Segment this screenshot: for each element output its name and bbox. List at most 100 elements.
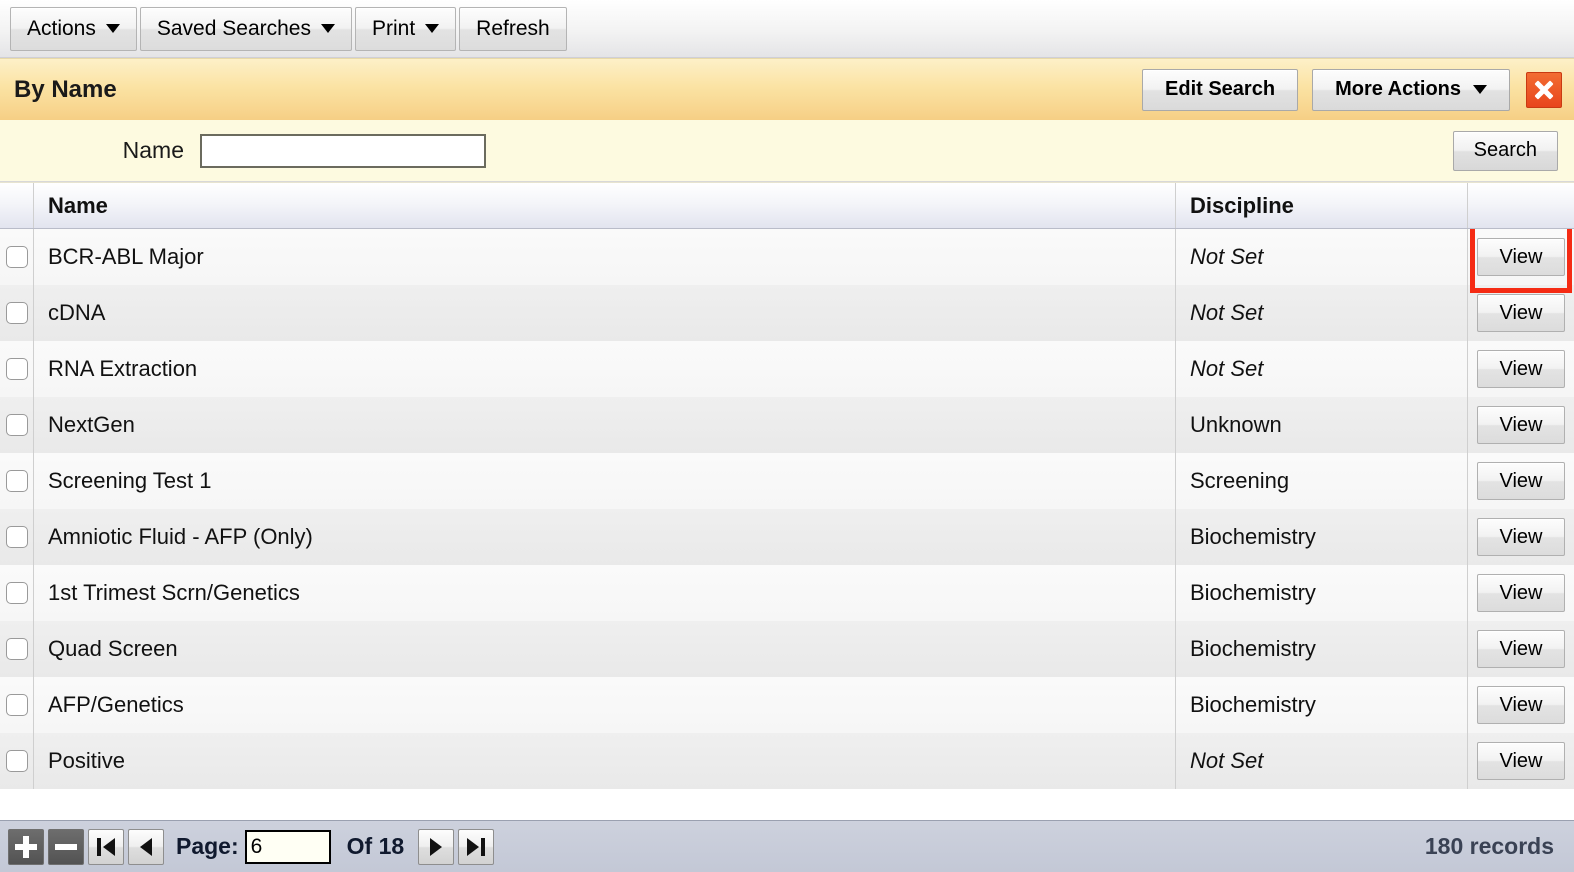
prev-page-icon[interactable]: [128, 828, 164, 865]
first-page-icon[interactable]: [88, 828, 124, 865]
row-checkbox[interactable]: [5, 638, 28, 660]
action-wrapper: View: [1468, 397, 1574, 453]
row-select-cell: [0, 677, 34, 733]
header-action-column: [1468, 183, 1574, 228]
view-button-label: View: [1499, 693, 1543, 716]
row-checkbox[interactable]: [5, 358, 28, 380]
table-row[interactable]: Positive Not Set View: [0, 733, 1574, 789]
table-row[interactable]: Screening Test 1 Screening View: [0, 453, 1574, 509]
table-row[interactable]: RNA Extraction Not Set View: [0, 341, 1574, 397]
grid-header-row: Name Discipline: [0, 183, 1574, 229]
row-checkbox[interactable]: [5, 694, 28, 716]
table-row[interactable]: NextGen Unknown View: [0, 397, 1574, 453]
action-wrapper: View: [1468, 565, 1574, 621]
row-name-cell: cDNA: [34, 285, 1176, 341]
view-button[interactable]: View: [1477, 630, 1565, 668]
view-button[interactable]: View: [1477, 238, 1565, 276]
row-select-cell: [0, 621, 34, 677]
highlighted-action-wrapper: View: [1468, 229, 1574, 293]
search-button[interactable]: Search: [1452, 130, 1558, 171]
chevron-down-icon: [1473, 85, 1487, 94]
actions-menu-button[interactable]: Actions: [10, 6, 137, 51]
row-checkbox[interactable]: [5, 526, 28, 548]
view-button[interactable]: View: [1477, 518, 1565, 556]
row-action-cell: View: [1468, 565, 1574, 621]
row-select-cell: [0, 453, 34, 509]
row-checkbox[interactable]: [5, 302, 28, 324]
row-name-cell: 1st Trimest Scrn/Genetics: [34, 565, 1176, 621]
header-name-column[interactable]: Name: [34, 183, 1176, 228]
edit-search-label: Edit Search: [1165, 78, 1276, 100]
row-discipline-cell: Screening: [1176, 453, 1468, 509]
refresh-button[interactable]: Refresh: [459, 6, 567, 51]
view-button-label: View: [1499, 357, 1543, 380]
print-menu-button[interactable]: Print: [354, 6, 457, 51]
view-button[interactable]: View: [1477, 742, 1565, 780]
table-row[interactable]: 1st Trimest Scrn/Genetics Biochemistry Vie…: [0, 565, 1574, 621]
records-list-app: Actions Saved Searches Print Refresh By …: [0, 0, 1574, 872]
table-row[interactable]: Quad Screen Biochemistry View: [0, 621, 1574, 677]
row-name-cell: Amniotic Fluid - AFP (Only): [34, 509, 1176, 565]
view-button-label: View: [1499, 637, 1543, 660]
table-row[interactable]: BCR-ABL Major Not Set View: [0, 229, 1574, 293]
edit-search-button[interactable]: Edit Search: [1142, 68, 1299, 111]
action-wrapper: View: [1468, 341, 1574, 397]
view-button-label: View: [1499, 581, 1543, 604]
header-discipline-column[interactable]: Discipline: [1176, 183, 1468, 228]
view-button[interactable]: View: [1477, 406, 1565, 444]
row-action-cell: View: [1468, 453, 1574, 509]
plus-icon[interactable]: [8, 828, 44, 865]
row-name-cell: Positive: [34, 733, 1176, 789]
row-select-cell: [0, 285, 34, 341]
search-button-label: Search: [1473, 139, 1537, 161]
view-button[interactable]: View: [1477, 294, 1565, 332]
row-discipline-cell: Biochemistry: [1176, 509, 1468, 565]
refresh-label: Refresh: [476, 16, 550, 40]
table-row[interactable]: AFP/Genetics Biochemistry View: [0, 677, 1574, 733]
action-wrapper: View: [1468, 285, 1574, 341]
row-name-cell: RNA Extraction: [34, 341, 1176, 397]
minus-icon[interactable]: [48, 828, 84, 865]
table-row[interactable]: Amniotic Fluid - AFP (Only) Biochemistry V…: [0, 509, 1574, 565]
row-name-cell: Screening Test 1: [34, 453, 1176, 509]
action-wrapper: View: [1468, 453, 1574, 509]
view-button-label: View: [1499, 749, 1543, 772]
row-action-cell: View: [1468, 341, 1574, 397]
row-checkbox[interactable]: [5, 414, 28, 436]
view-button[interactable]: View: [1477, 462, 1565, 500]
chevron-down-icon: [320, 24, 335, 33]
row-discipline-cell: Biochemistry: [1176, 621, 1468, 677]
view-button[interactable]: View: [1477, 350, 1565, 388]
row-action-cell: View: [1468, 621, 1574, 677]
saved-searches-menu-label: Saved Searches: [156, 16, 311, 40]
row-discipline-cell: Not Set: [1176, 341, 1468, 397]
view-button-label: View: [1499, 301, 1543, 324]
page-number-input[interactable]: [244, 829, 331, 864]
header-select-column: [0, 183, 34, 228]
view-button[interactable]: View: [1477, 686, 1565, 724]
row-name-cell: BCR-ABL Major: [34, 229, 1176, 285]
row-select-cell: [0, 733, 34, 789]
row-checkbox[interactable]: [5, 582, 28, 604]
chevron-down-icon: [425, 24, 440, 33]
print-menu-label: Print: [371, 16, 416, 40]
close-icon[interactable]: [1526, 71, 1562, 108]
row-checkbox[interactable]: [5, 750, 28, 772]
row-name-cell: AFP/Genetics: [34, 677, 1176, 733]
row-checkbox[interactable]: [5, 246, 28, 268]
action-wrapper: View: [1468, 733, 1574, 789]
records-grid: Name Discipline BCR-ABL Major Not Set View…: [0, 182, 1574, 820]
saved-searches-menu-button[interactable]: Saved Searches: [139, 6, 352, 51]
next-page-icon[interactable]: [418, 828, 455, 865]
more-actions-button[interactable]: More Actions: [1312, 68, 1510, 111]
name-search-input[interactable]: [200, 133, 486, 168]
row-checkbox[interactable]: [5, 470, 28, 492]
table-row[interactable]: cDNA Not Set View: [0, 285, 1574, 341]
pagination-footer: Page: Of 18 180 records: [0, 820, 1574, 872]
row-action-cell: View: [1468, 677, 1574, 733]
view-button-label: View: [1499, 525, 1543, 548]
view-button[interactable]: View: [1477, 574, 1565, 612]
row-select-cell: [0, 341, 34, 397]
row-action-cell: View: [1468, 509, 1574, 565]
last-page-icon[interactable]: [458, 828, 495, 865]
